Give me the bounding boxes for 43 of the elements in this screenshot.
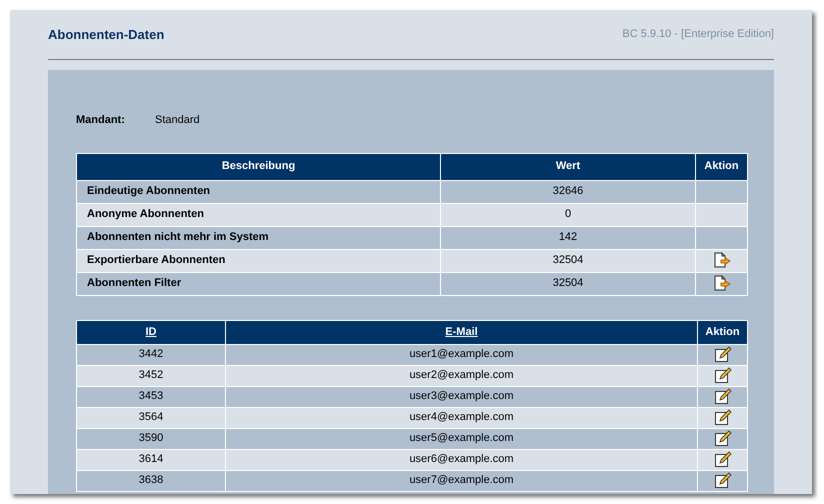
edit-icon[interactable] — [714, 346, 732, 363]
id-cell: 3453 — [138, 390, 164, 402]
email-cell: user2@example.com — [409, 369, 514, 382]
edit-icon[interactable] — [714, 388, 732, 405]
description-cell: Eindeutige Abonnenten — [87, 185, 210, 198]
value-cell: 32646 — [552, 185, 584, 198]
value-cell: 32504 — [552, 277, 584, 290]
email-cell: user6@example.com — [409, 453, 514, 466]
value-cell: 0 — [564, 208, 572, 220]
email-cell: user4@example.com — [409, 411, 514, 424]
description-cell: Abonnenten Filter — [87, 277, 182, 290]
value-cell: 142 — [558, 231, 578, 244]
edit-icon[interactable] — [714, 472, 732, 489]
edit-icon[interactable] — [714, 451, 732, 468]
description-cell: Exportierbare Abonnenten — [87, 254, 226, 266]
description-cell: Abonnenten nicht mehr im System — [87, 231, 269, 244]
edit-icon[interactable] — [714, 367, 732, 384]
sort-link[interactable]: E-Mail — [445, 326, 478, 338]
version-label: BC 5.9.10 - [Enterprise Edition] — [622, 27, 774, 42]
export-icon[interactable] — [712, 275, 730, 292]
edit-icon[interactable] — [714, 430, 732, 447]
client-label: Mandant: — [76, 113, 126, 128]
sort-link[interactable]: ID — [146, 326, 156, 338]
email-cell: user5@example.com — [409, 432, 514, 444]
email-cell: user3@example.com — [409, 390, 514, 402]
id-cell: 3590 — [138, 432, 164, 444]
description-cell: Anonyme Abonnenten — [87, 208, 204, 220]
id-cell: 3614 — [138, 453, 164, 466]
client-value: Standard — [155, 113, 200, 128]
id-cell: 3442 — [138, 348, 164, 360]
column-header: Aktion — [698, 320, 748, 344]
id-cell: 3452 — [138, 369, 164, 382]
page-title: Abonnenten-Daten — [48, 26, 164, 44]
column-header: Beschreibung — [76, 153, 440, 180]
column-header: Aktion — [696, 153, 748, 180]
value-cell: 32504 — [552, 254, 584, 266]
edit-icon[interactable] — [714, 409, 732, 426]
export-icon[interactable] — [712, 252, 730, 268]
id-cell: 3638 — [138, 474, 164, 486]
id-cell: 3564 — [138, 411, 164, 424]
email-cell: user1@example.com — [409, 348, 514, 360]
column-header: Wert — [440, 153, 696, 180]
email-cell: user7@example.com — [409, 474, 514, 486]
